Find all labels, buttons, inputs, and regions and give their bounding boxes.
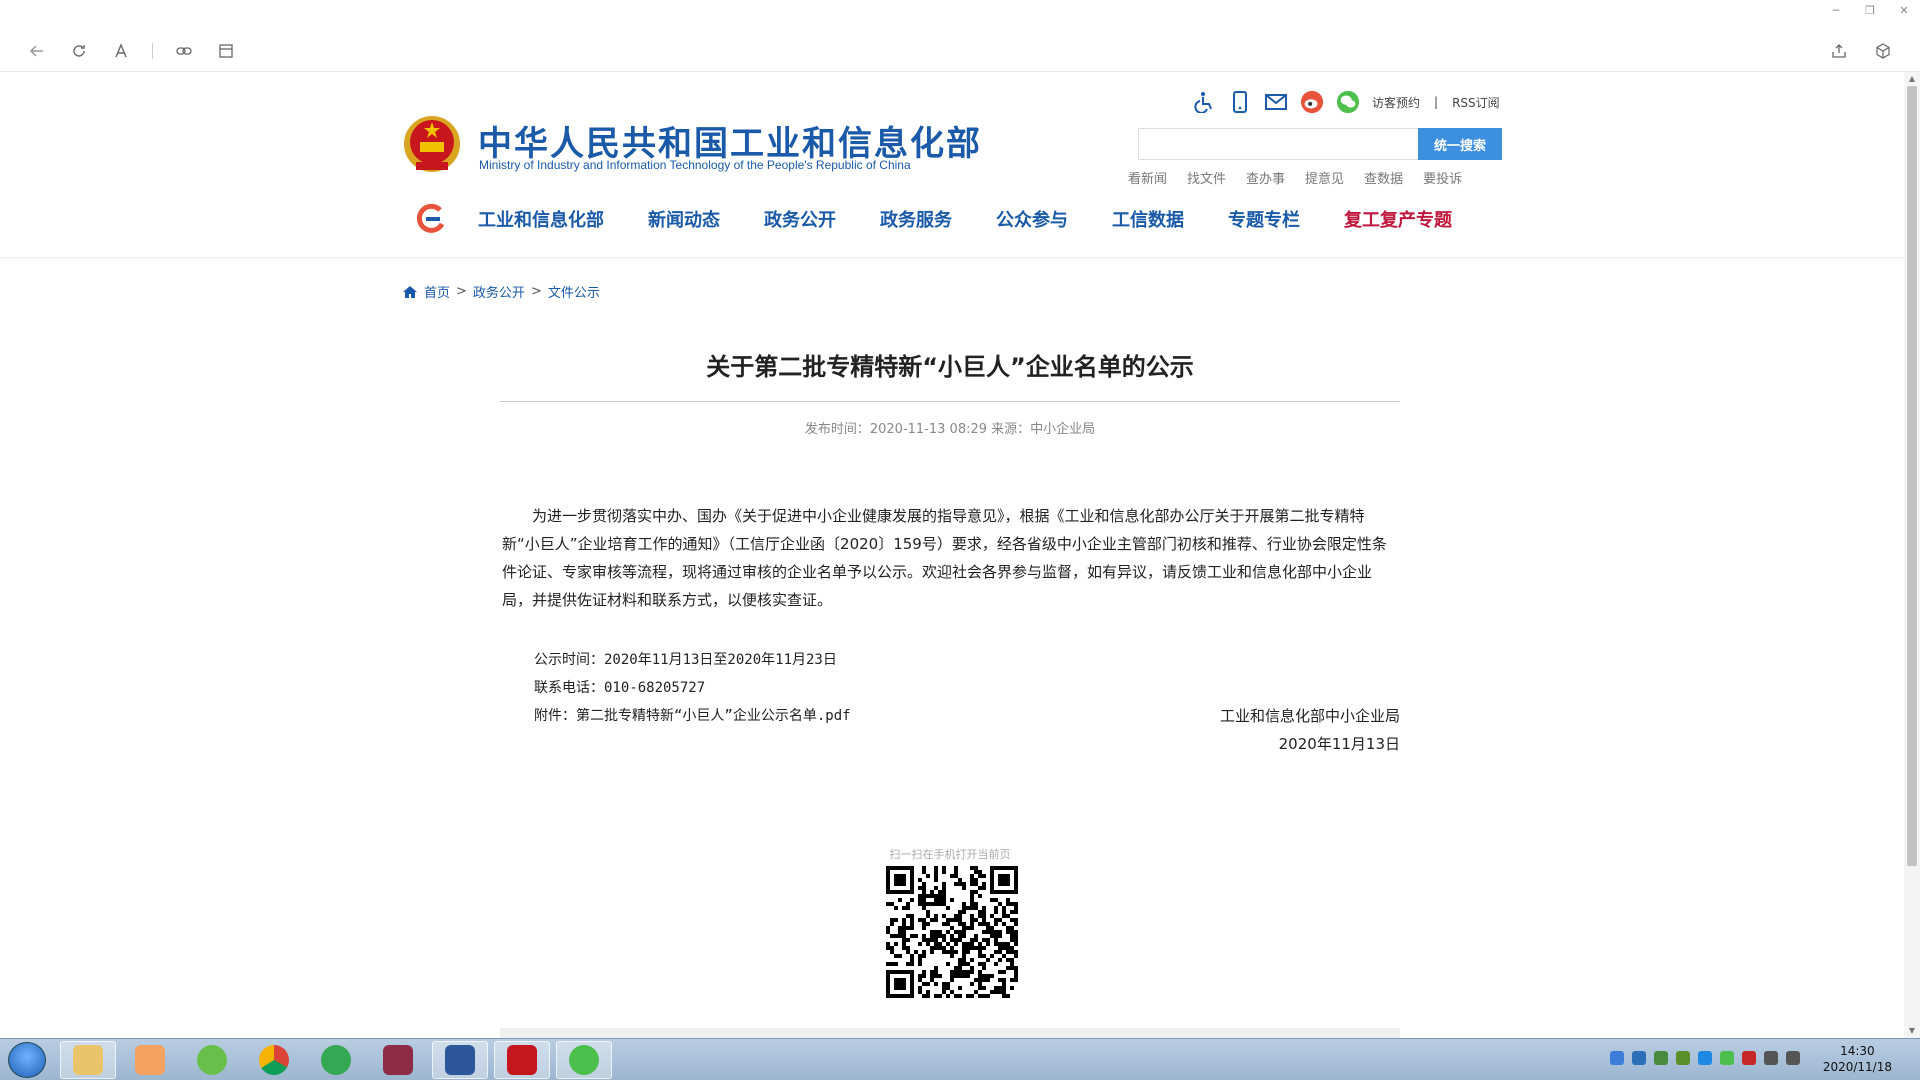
quick-link-services[interactable]: 查办事 xyxy=(1246,168,1285,187)
util-separator: | xyxy=(1434,95,1439,109)
tray-icon[interactable] xyxy=(1720,1051,1734,1065)
site-subtitle: Ministry of Industry and Information Tec… xyxy=(479,158,911,172)
clock-time: 14:30 xyxy=(1840,1044,1875,1058)
tray-icon[interactable] xyxy=(1632,1051,1646,1065)
taskbar-apps xyxy=(60,1041,612,1079)
refresh-icon[interactable] xyxy=(68,40,90,62)
system-tray xyxy=(1610,1051,1800,1065)
attachment-link[interactable]: 附件：第二批专精特新“小巨人”企业公示名单.pdf xyxy=(534,702,851,730)
accessibility-icon[interactable] xyxy=(1192,90,1216,114)
tray-icon[interactable] xyxy=(1676,1051,1690,1065)
title-divider xyxy=(500,401,1400,402)
mail-icon[interactable] xyxy=(1264,90,1288,114)
sync-app[interactable] xyxy=(184,1041,240,1079)
clock-date: 2020/11/18 xyxy=(1822,1060,1892,1074)
nav-topics[interactable]: 专题专栏 xyxy=(1228,206,1300,232)
weibo-icon[interactable] xyxy=(1300,90,1324,114)
restore-button[interactable]: ❐ xyxy=(1862,4,1878,17)
close-button[interactable]: ✕ xyxy=(1896,4,1912,17)
qr-caption: 扫一扫在手机打开当前页 xyxy=(889,848,1011,861)
signature-date: 2020年11月13日 xyxy=(1278,735,1400,753)
link-icon[interactable] xyxy=(173,40,195,62)
network-icon[interactable] xyxy=(1764,1051,1778,1065)
notice-period: 公示时间：2020年11月13日至2020年11月23日 xyxy=(534,652,837,668)
back-icon[interactable] xyxy=(26,40,48,62)
breadcrumb-gov-affairs[interactable]: 政务公开 xyxy=(473,282,525,301)
tray-icon[interactable] xyxy=(1654,1051,1668,1065)
breadcrumb: 首页 > 政务公开 > 文件公示 xyxy=(402,282,600,301)
nav-data[interactable]: 工信数据 xyxy=(1112,206,1184,232)
visitor-booking-link[interactable]: 访客预约 xyxy=(1372,94,1420,111)
breadcrumb-separator: > xyxy=(456,284,467,299)
word-app[interactable] xyxy=(432,1041,488,1079)
article-title: 关于第二批专精特新“小巨人”企业名单的公示 xyxy=(706,353,1194,381)
miit-logo-icon[interactable] xyxy=(414,202,448,236)
chrome-app[interactable] xyxy=(246,1041,302,1079)
signature: 工业和信息化部中小企业局 2020年11月13日 xyxy=(1000,702,1400,758)
scroll-thumb[interactable] xyxy=(1907,86,1917,866)
nav-public-participation[interactable]: 公众参与 xyxy=(996,206,1068,232)
tray-icon[interactable] xyxy=(1742,1051,1756,1065)
reader-icon[interactable] xyxy=(215,40,237,62)
contact-phone: 联系电话：010-68205727 xyxy=(534,680,706,696)
scroll-down-icon[interactable]: ▼ xyxy=(1904,1024,1920,1038)
article-meta: 发布时间：2020-11-13 08:29 来源：中小企业局 xyxy=(804,422,1096,437)
extensions-icon[interactable] xyxy=(1872,40,1894,62)
article-body: 为进一步贯彻落实中办、国办《关于促进中小企业健康发展的指导意见》，根据《工业和信… xyxy=(502,507,1387,609)
media-player-app[interactable] xyxy=(122,1041,178,1079)
signature-org: 工业和信息化部中小企业局 xyxy=(1219,707,1400,725)
wechat-app[interactable] xyxy=(556,1041,612,1079)
pdf-reader-app[interactable] xyxy=(494,1041,550,1079)
wechat-icon[interactable] xyxy=(1336,90,1360,114)
tray-icon[interactable] xyxy=(1698,1051,1712,1065)
minimize-button[interactable]: ─ xyxy=(1828,4,1844,17)
explorer-app[interactable] xyxy=(60,1041,116,1079)
quick-link-complaint[interactable]: 要投诉 xyxy=(1423,168,1462,187)
tray-icon[interactable] xyxy=(1610,1051,1624,1065)
volume-icon[interactable] xyxy=(1786,1051,1800,1065)
breadcrumb-notices[interactable]: 文件公示 xyxy=(548,282,600,301)
footer-strip xyxy=(500,1028,1400,1038)
qr-code-icon xyxy=(886,866,1018,998)
winrar-app[interactable] xyxy=(370,1041,426,1079)
search-button[interactable]: 统一搜索 xyxy=(1418,128,1502,160)
search-input[interactable] xyxy=(1138,128,1418,160)
national-emblem-icon xyxy=(404,116,460,172)
rss-link[interactable]: RSS订阅 xyxy=(1452,94,1500,111)
quick-link-news[interactable]: 看新闻 xyxy=(1128,168,1167,187)
mobile-icon[interactable] xyxy=(1228,90,1252,114)
page-scrollbar[interactable]: ▲ ▼ xyxy=(1904,72,1920,1038)
toolbar-divider xyxy=(152,43,153,59)
breadcrumb-home[interactable]: 首页 xyxy=(424,282,450,301)
quick-link-files[interactable]: 找文件 xyxy=(1187,168,1226,187)
page-viewport: 中华人民共和国工业和信息化部 Ministry of Industry and … xyxy=(0,72,1904,1038)
font-size-icon[interactable] xyxy=(110,40,132,62)
breadcrumb-separator: > xyxy=(530,284,542,299)
notice-info: 公示时间：2020年11月13日至2020年11月23日 联系电话：010-68… xyxy=(534,646,851,730)
quick-links: 看新闻 找文件 查办事 提意见 查数据 要投诉 xyxy=(1128,168,1462,187)
browser-app[interactable] xyxy=(308,1041,364,1079)
nav-resumption-topic[interactable]: 复工复产专题 xyxy=(1344,206,1452,232)
system-clock[interactable]: 14:30 2020/11/18 xyxy=(1823,1043,1892,1075)
nav-news[interactable]: 新闻动态 xyxy=(648,206,720,232)
nav-gov-services[interactable]: 政务服务 xyxy=(880,206,952,232)
quick-link-feedback[interactable]: 提意见 xyxy=(1305,168,1344,187)
share-icon[interactable] xyxy=(1828,40,1850,62)
scroll-up-icon[interactable]: ▲ xyxy=(1904,72,1920,86)
nav-gov-affairs[interactable]: 政务公开 xyxy=(764,206,836,232)
nav-miit[interactable]: 工业和信息化部 xyxy=(478,206,604,232)
main-nav: 工业和信息化部 新闻动态 政务公开 政务服务 公众参与 工信数据 专题专栏 复工… xyxy=(414,202,1496,236)
quick-link-data[interactable]: 查数据 xyxy=(1364,168,1403,187)
utility-bar: 访客预约 | RSS订阅 xyxy=(1192,90,1500,114)
home-icon[interactable] xyxy=(402,285,418,299)
taskbar: 14:30 2020/11/18 xyxy=(0,1038,1920,1080)
site-header: 中华人民共和国工业和信息化部 Ministry of Industry and … xyxy=(0,72,1904,258)
window-controls: ─ ❐ ✕ xyxy=(1828,4,1912,17)
browser-toolbar: ─ ❐ ✕ xyxy=(0,0,1920,72)
start-button[interactable] xyxy=(8,1042,46,1078)
